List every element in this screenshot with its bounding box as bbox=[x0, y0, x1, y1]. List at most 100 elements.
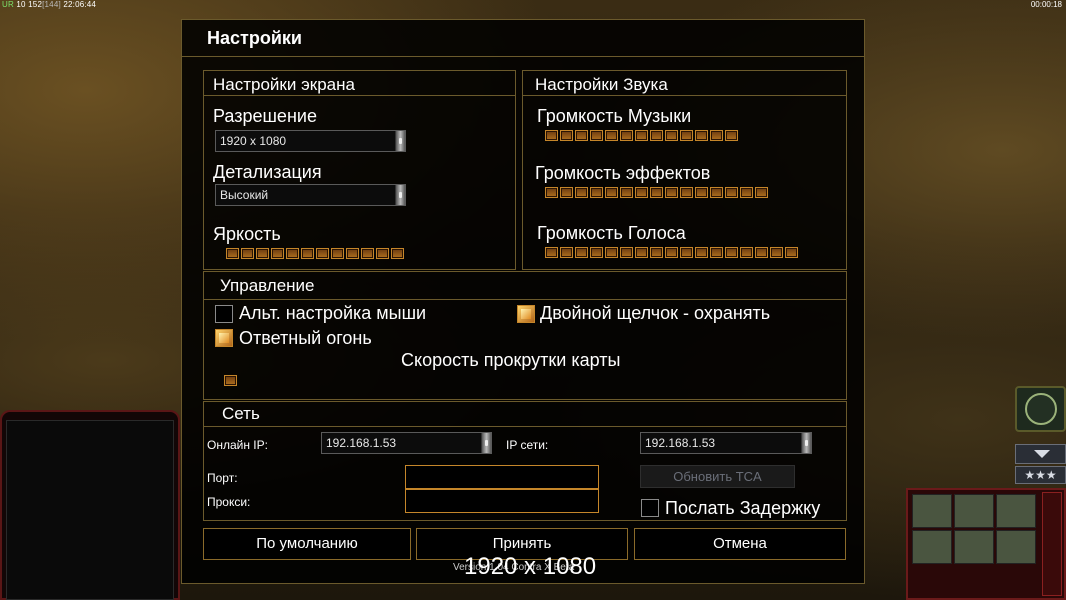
dialog-title: Настройки bbox=[207, 28, 302, 48]
online-ip-label: Онлайн IP: bbox=[207, 438, 268, 452]
slider-segment bbox=[560, 247, 573, 258]
radar-button[interactable] bbox=[1015, 386, 1066, 432]
group-divider bbox=[523, 95, 846, 96]
rank-stars-icon[interactable]: ★★★ bbox=[1015, 466, 1066, 484]
slider-segment bbox=[695, 130, 708, 141]
slider-segment bbox=[635, 130, 648, 141]
detail-select[interactable]: Высокий bbox=[215, 184, 406, 206]
slider-segment bbox=[725, 187, 738, 198]
slider-segment bbox=[725, 130, 738, 141]
slider-segment bbox=[620, 130, 633, 141]
slider-segment bbox=[710, 130, 723, 141]
slider-segment bbox=[680, 247, 693, 258]
scroll-handle-icon[interactable] bbox=[395, 131, 405, 151]
slider-segment bbox=[650, 247, 663, 258]
scroll-speed-slider[interactable] bbox=[224, 375, 237, 387]
slider-segment bbox=[316, 248, 329, 259]
slider-segment bbox=[256, 248, 269, 259]
slider-segment bbox=[635, 247, 648, 258]
scroll-handle-icon[interactable] bbox=[395, 185, 405, 205]
detail-value: Высокий bbox=[220, 188, 269, 202]
hud-value-c: [144] bbox=[42, 0, 61, 9]
command-slot[interactable] bbox=[912, 530, 952, 564]
online-ip-value: 192.168.1.53 bbox=[326, 436, 397, 450]
unit-info-screen bbox=[6, 420, 174, 600]
slider-segment bbox=[740, 247, 753, 258]
resolution-label: Разрешение bbox=[213, 106, 317, 126]
scroll-handle-icon[interactable] bbox=[801, 433, 811, 453]
slider-segment bbox=[695, 187, 708, 198]
alt-mouse-checkbox[interactable] bbox=[215, 305, 233, 323]
slider-segment bbox=[545, 247, 558, 258]
slider-segment bbox=[650, 130, 663, 141]
alt-mouse-label: Альт. настройка мыши bbox=[239, 303, 427, 323]
resolution-overlay: 1920 x 1080 bbox=[464, 553, 597, 580]
lan-ip-value: 192.168.1.53 bbox=[645, 436, 716, 450]
slider-segment bbox=[620, 247, 633, 258]
port-input[interactable] bbox=[405, 465, 599, 489]
slider-segment bbox=[710, 187, 723, 198]
slider-segment bbox=[575, 187, 588, 198]
slider-segment bbox=[755, 187, 768, 198]
brightness-slider[interactable] bbox=[226, 248, 404, 260]
slider-segment bbox=[545, 187, 558, 198]
slider-segment bbox=[560, 187, 573, 198]
chevron-down-icon[interactable] bbox=[1015, 444, 1066, 464]
command-slot[interactable] bbox=[996, 530, 1036, 564]
network-title: Сеть bbox=[222, 404, 260, 423]
slider-segment bbox=[740, 187, 753, 198]
group-divider bbox=[204, 95, 515, 96]
return-fire-label: Ответный огонь bbox=[239, 328, 372, 348]
cancel-button[interactable]: Отмена bbox=[634, 528, 846, 560]
slider-segment bbox=[755, 247, 768, 258]
screen-settings-title: Настройки экрана bbox=[213, 75, 355, 94]
slider-segment bbox=[545, 130, 558, 141]
command-tab-strip[interactable] bbox=[1042, 492, 1062, 596]
command-slot[interactable] bbox=[996, 494, 1036, 528]
lan-ip-select[interactable]: 192.168.1.53 bbox=[640, 432, 812, 454]
music-volume-label: Громкость Музыки bbox=[537, 106, 692, 126]
return-fire-checkbox[interactable] bbox=[215, 329, 233, 347]
command-slot[interactable] bbox=[954, 494, 994, 528]
send-delay-checkbox[interactable] bbox=[641, 499, 659, 517]
slider-segment bbox=[575, 130, 588, 141]
hud-value-b: 152 bbox=[28, 0, 43, 9]
update-tca-button[interactable]: Обновить TCA bbox=[640, 465, 795, 488]
slider-segment bbox=[376, 248, 389, 259]
network-group: Сеть Онлайн IP: 192.168.1.53 IP сети: 19… bbox=[203, 401, 847, 521]
proxy-input[interactable] bbox=[405, 489, 599, 513]
online-ip-select[interactable]: 192.168.1.53 bbox=[321, 432, 492, 454]
group-divider bbox=[204, 426, 846, 427]
slider-segment bbox=[346, 248, 359, 259]
command-slot[interactable] bbox=[954, 530, 994, 564]
slider-segment bbox=[271, 248, 284, 259]
command-slot[interactable] bbox=[912, 494, 952, 528]
slider-segment bbox=[361, 248, 374, 259]
slider-segment bbox=[635, 187, 648, 198]
group-divider bbox=[204, 299, 846, 300]
slider-segment bbox=[241, 248, 254, 259]
slider-segment bbox=[575, 247, 588, 258]
game-timer: 00:00:18 bbox=[1030, 0, 1062, 9]
defaults-button[interactable]: По умолчанию bbox=[203, 528, 411, 560]
voice-volume-label: Громкость Голоса bbox=[537, 223, 686, 243]
hud-stats: UR 10 152[144] 22:06:44 bbox=[2, 0, 96, 9]
effects-volume-slider[interactable] bbox=[545, 187, 768, 199]
resolution-select[interactable]: 1920 x 1080 bbox=[215, 130, 406, 152]
slider-segment bbox=[665, 130, 678, 141]
slider-segment bbox=[286, 248, 299, 259]
slider-segment bbox=[770, 247, 783, 258]
slider-segment bbox=[590, 247, 603, 258]
slider-segment bbox=[680, 187, 693, 198]
slider-segment bbox=[590, 130, 603, 141]
voice-volume-slider[interactable] bbox=[545, 247, 798, 259]
scroll-handle-icon[interactable] bbox=[481, 433, 491, 453]
music-volume-slider[interactable] bbox=[545, 130, 738, 142]
slider-segment bbox=[620, 187, 633, 198]
sound-settings-title: Настройки Звука bbox=[535, 75, 668, 94]
slider-segment bbox=[665, 187, 678, 198]
proxy-label: Прокси: bbox=[207, 495, 251, 509]
double-click-guard-checkbox[interactable] bbox=[517, 305, 535, 323]
slider-segment bbox=[650, 187, 663, 198]
slider-segment bbox=[226, 248, 239, 259]
